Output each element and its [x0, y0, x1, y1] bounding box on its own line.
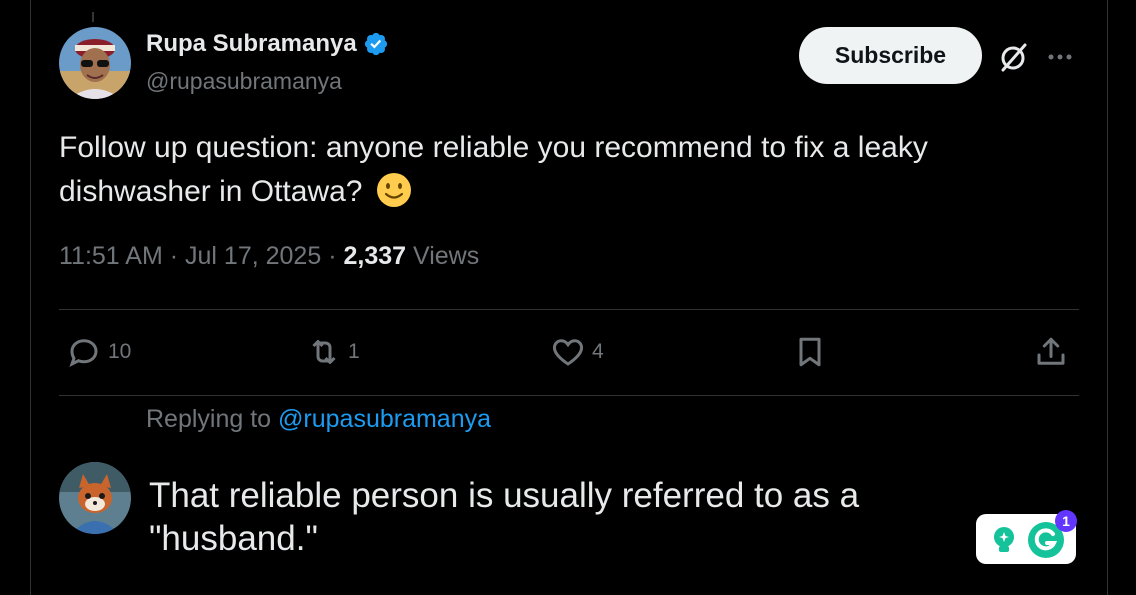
author-name-text[interactable]: Rupa Subramanya: [146, 30, 357, 58]
grok-icon[interactable]: [997, 41, 1029, 73]
reply-icon: [69, 339, 98, 367]
reply-count: 10: [108, 340, 132, 363]
tweet-date[interactable]: Jul 17, 2025: [185, 242, 321, 270]
replying-to: Replying to @rupasubramanya: [146, 405, 491, 434]
reply-button[interactable]: 10: [66, 334, 131, 370]
author-handle[interactable]: @rupasubramanya: [146, 68, 342, 95]
meta-separator: ·: [328, 242, 337, 270]
replying-to-handle[interactable]: @rupasubramanya: [278, 405, 491, 433]
views-label: Views: [412, 242, 480, 270]
repost-count: 1: [348, 340, 360, 363]
bookmark-button[interactable]: [792, 334, 828, 370]
grammarly-badge: 1: [1055, 510, 1077, 532]
verified-badge-icon: [364, 32, 387, 56]
bookmark-icon: [799, 337, 821, 367]
tweet-text-content: Follow up question: anyone reliable you …: [59, 131, 928, 208]
meta-separator: ·: [169, 242, 179, 270]
divider: [59, 395, 1079, 396]
like-count: 4: [592, 340, 604, 363]
share-button[interactable]: [1033, 334, 1069, 370]
views-count: 2,337: [343, 242, 407, 270]
divider: [59, 309, 1079, 310]
thread-line: [92, 12, 94, 22]
tweet-time[interactable]: 11:51 AM: [59, 242, 163, 270]
subscribe-button[interactable]: Subscribe: [799, 27, 982, 84]
reply-text[interactable]: That reliable person is usually referred…: [149, 474, 969, 560]
user-avatar[interactable]: [59, 462, 131, 534]
slightly-smiling-face-icon: [376, 173, 411, 207]
author-avatar[interactable]: [59, 27, 131, 99]
replying-prefix: Replying to: [146, 405, 272, 433]
tweet-meta: 11:51 AM · Jul 17, 2025 · 2,337 Views: [59, 242, 479, 271]
tweet-text: Follow up question: anyone reliable you …: [59, 126, 1019, 214]
share-icon: [1037, 337, 1065, 365]
repost-icon: [312, 340, 336, 364]
more-options-icon[interactable]: [1045, 44, 1075, 70]
lightbulb-icon[interactable]: [988, 524, 1020, 556]
author-name[interactable]: Rupa Subramanya: [146, 30, 389, 58]
heart-icon: [553, 339, 583, 366]
like-button[interactable]: 4: [550, 334, 604, 370]
repost-button[interactable]: 1: [306, 334, 360, 370]
